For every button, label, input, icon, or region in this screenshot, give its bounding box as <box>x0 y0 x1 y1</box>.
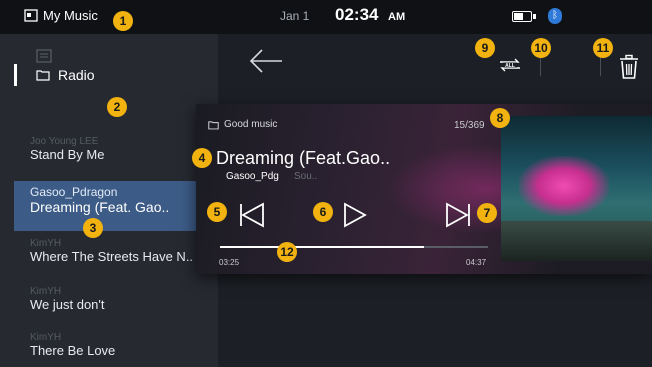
track-title: There Be Love <box>30 343 116 358</box>
album-art-ground <box>501 221 652 261</box>
current-time: 03:25 <box>219 258 240 267</box>
list-item[interactable]: KimYH Where The Streets Have N.. <box>30 238 210 264</box>
track-artist: KimYH <box>30 238 62 249</box>
ampm-label: AM <box>388 11 406 23</box>
callout-badge-11: 11 <box>593 38 613 58</box>
play-icon[interactable] <box>341 202 367 228</box>
track-title: We just don't <box>30 297 105 312</box>
time-label: 02:34 <box>335 5 379 24</box>
callout-badge-5: 5 <box>207 202 227 222</box>
callout-badge-1: 1 <box>113 11 133 31</box>
sidebar-item-label: Radio <box>58 67 95 83</box>
callout-badge-7: 7 <box>477 203 497 223</box>
app-title: My Music <box>24 8 98 23</box>
progress-bar[interactable] <box>220 246 488 248</box>
track-count: 15/369 <box>454 120 485 131</box>
callout-badge-9: 9 <box>475 38 495 58</box>
folder-name: Good music <box>224 119 278 130</box>
track-artist: KimYH <box>30 332 62 343</box>
music-folder-icon <box>24 9 38 22</box>
track-artist: Gasoo_Pdragon <box>30 185 118 199</box>
track-title: Where The Streets Have N.. <box>30 249 194 264</box>
previous-track-icon[interactable] <box>237 202 267 228</box>
repeat-all-icon[interactable]: ALL <box>496 54 524 76</box>
track-artist: KimYH <box>30 286 62 297</box>
track-title: Stand By Me <box>30 147 105 162</box>
folder-icon <box>208 120 219 129</box>
sidebar-item-radio[interactable]: Radio <box>14 60 218 90</box>
now-playing-card: Good music 15/369 Dreaming (Feat.Gao.. G… <box>196 104 652 274</box>
list-item[interactable]: KimYH We just don't <box>30 286 210 312</box>
album-art <box>501 116 652 261</box>
callout-badge-6: 6 <box>313 202 333 222</box>
folder-icon <box>36 70 50 81</box>
date-label: Jan 1 <box>280 9 310 23</box>
selection-indicator <box>14 64 17 86</box>
next-track-icon[interactable] <box>443 202 473 228</box>
track-artist: Joo Young LEE <box>30 136 99 147</box>
svg-text:ALL: ALL <box>505 63 515 69</box>
folder-label: Good music <box>208 119 277 130</box>
battery-level <box>514 13 523 20</box>
callout-badge-8: 8 <box>490 108 510 128</box>
list-item-selected[interactable]: Gasoo_Pdragon Dreaming (Feat. Gao.. <box>14 181 218 231</box>
album-art-tree <box>519 156 609 216</box>
battery-icon <box>512 11 536 22</box>
callout-badge-12: 12 <box>277 242 297 262</box>
back-arrow-icon[interactable] <box>248 48 284 74</box>
list-item[interactable]: Joo Young LEE Stand By Me <box>30 136 210 162</box>
callout-badge-3: 3 <box>83 218 103 238</box>
status-bar: My Music Jan 1 02:34 AM ᛒ <box>0 0 652 34</box>
callout-badge-4: 4 <box>192 148 212 168</box>
progress-fill <box>220 246 424 248</box>
song-title: Dreaming (Feat.Gao.. <box>216 148 391 168</box>
app-title-label: My Music <box>43 8 98 23</box>
callout-badge-10: 10 <box>531 38 551 58</box>
song-artist: Gasoo_Pdg <box>226 171 279 182</box>
callout-badge-2: 2 <box>107 97 127 117</box>
track-title: Dreaming (Feat. Gao.. <box>30 199 170 215</box>
bluetooth-icon: ᛒ <box>548 8 562 24</box>
list-item[interactable]: KimYH There Be Love <box>30 332 210 358</box>
song-album: Sou.. <box>294 171 318 182</box>
total-time: 04:37 <box>466 258 487 267</box>
trash-icon[interactable] <box>618 54 640 80</box>
